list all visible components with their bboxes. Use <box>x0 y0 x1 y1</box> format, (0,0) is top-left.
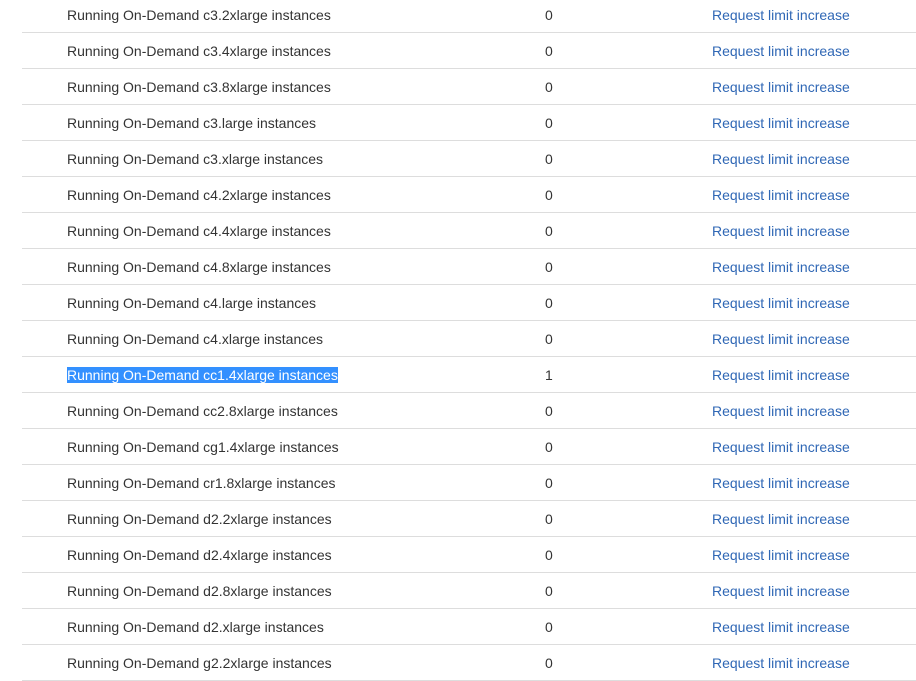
limit-value: 0 <box>545 439 553 455</box>
table-row: Running On-Demand cc1.4xlarge instances 1… <box>22 357 916 393</box>
limit-name: Running On-Demand c3.2xlarge instances <box>67 7 331 23</box>
table-row: Running On-Demand cc2.8xlarge instances 0… <box>22 393 916 429</box>
limit-value: 0 <box>545 475 553 491</box>
table-row: Running On-Demand c4.xlarge instances 0 Re… <box>22 321 916 357</box>
limit-name: Running On-Demand d2.xlarge instances <box>67 619 324 635</box>
request-limit-increase-link[interactable]: Request limit increase <box>712 105 850 141</box>
request-limit-increase-link[interactable]: Request limit increase <box>712 0 850 33</box>
table-row: Running On-Demand cg1.4xlarge instances 0… <box>22 429 916 465</box>
table-row: Running On-Demand c3.8xlarge instances 0 R… <box>22 69 916 105</box>
limit-name: Running On-Demand cc1.4xlarge instances <box>67 367 338 383</box>
limit-value: 0 <box>545 223 553 239</box>
limit-name: Running On-Demand c3.xlarge instances <box>67 151 324 167</box>
table-row: Running On-Demand d2.xlarge instances 0 Re… <box>22 609 916 645</box>
limit-name: Running On-Demand d2.4xlarge instances <box>67 547 332 563</box>
limit-value: 0 <box>545 619 553 635</box>
table-row: Running On-Demand c4.4xlarge instances 0 R… <box>22 213 916 249</box>
request-limit-increase-link[interactable]: Request limit increase <box>712 213 850 249</box>
limit-name: Running On-Demand c4.xlarge instances <box>67 331 324 347</box>
request-limit-increase-link[interactable]: Request limit increase <box>712 465 850 501</box>
table-row: Running On-Demand c4.large instances 0 Req… <box>22 285 916 321</box>
limit-name: Running On-Demand c4.8xlarge instances <box>67 259 331 275</box>
request-limit-increase-link[interactable]: Request limit increase <box>712 249 850 285</box>
limit-value: 0 <box>545 151 553 167</box>
limit-value: 0 <box>545 259 553 275</box>
limit-value: 0 <box>545 295 553 311</box>
table-row: Running On-Demand c3.2xlarge instances 0 R… <box>22 0 916 33</box>
table-row: Running On-Demand c3.xlarge instances 0 Re… <box>22 141 916 177</box>
table-row: Running On-Demand c4.8xlarge instances 0 R… <box>22 249 916 285</box>
limit-name: Running On-Demand c3.8xlarge instances <box>67 79 331 95</box>
limit-name: Running On-Demand g2.2xlarge instances <box>67 655 332 671</box>
request-limit-increase-link[interactable]: Request limit increase <box>712 429 850 465</box>
limit-value: 0 <box>545 655 553 671</box>
limit-value: 0 <box>545 79 553 95</box>
limit-value: 0 <box>545 115 553 131</box>
request-limit-increase-link[interactable]: Request limit increase <box>712 357 850 393</box>
table-row: Running On-Demand c3.large instances 0 Req… <box>22 105 916 141</box>
limit-value: 0 <box>545 331 553 347</box>
limits-table: Running On-Demand c3.2xlarge instances 0 R… <box>22 0 916 681</box>
limit-value: 0 <box>545 403 553 419</box>
limit-name: Running On-Demand c3.large instances <box>67 115 317 131</box>
request-limit-increase-link[interactable]: Request limit increase <box>712 609 850 645</box>
request-limit-increase-link[interactable]: Request limit increase <box>712 537 850 573</box>
limit-name: Running On-Demand cr1.8xlarge instances <box>67 475 336 491</box>
limit-value: 0 <box>545 7 553 23</box>
table-row: Running On-Demand c3.4xlarge instances 0 R… <box>22 33 916 69</box>
table-row: Running On-Demand cr1.8xlarge instances 0… <box>22 465 916 501</box>
limit-value: 0 <box>545 43 553 59</box>
limit-name: Running On-Demand c4.2xlarge instances <box>67 187 331 203</box>
limit-name: Running On-Demand c4.4xlarge instances <box>67 223 331 239</box>
limit-name: Running On-Demand c4.large instances <box>67 295 317 311</box>
table-row: Running On-Demand d2.2xlarge instances 0 R… <box>22 501 916 537</box>
request-limit-increase-link[interactable]: Request limit increase <box>712 285 850 321</box>
request-limit-increase-link[interactable]: Request limit increase <box>712 177 850 213</box>
request-limit-increase-link[interactable]: Request limit increase <box>712 33 850 69</box>
limit-name: Running On-Demand cc2.8xlarge instances <box>67 403 338 419</box>
limit-name: Running On-Demand c3.4xlarge instances <box>67 43 331 59</box>
table-row: Running On-Demand g2.2xlarge instances 0 R… <box>22 645 916 681</box>
limit-value: 0 <box>545 583 553 599</box>
request-limit-increase-link[interactable]: Request limit increase <box>712 321 850 357</box>
limit-value: 1 <box>545 367 553 383</box>
table-row: Running On-Demand c4.2xlarge instances 0 R… <box>22 177 916 213</box>
limit-value: 0 <box>545 511 553 527</box>
limit-name: Running On-Demand d2.2xlarge instances <box>67 511 332 527</box>
table-row: Running On-Demand d2.8xlarge instances 0 R… <box>22 573 916 609</box>
table-row: Running On-Demand d2.4xlarge instances 0 R… <box>22 537 916 573</box>
request-limit-increase-link[interactable]: Request limit increase <box>712 393 850 429</box>
limit-value: 0 <box>545 547 553 563</box>
request-limit-increase-link[interactable]: Request limit increase <box>712 501 850 537</box>
request-limit-increase-link[interactable]: Request limit increase <box>712 573 850 609</box>
limit-name: Running On-Demand cg1.4xlarge instances <box>67 439 339 455</box>
request-limit-increase-link[interactable]: Request limit increase <box>712 141 850 177</box>
limit-name: Running On-Demand d2.8xlarge instances <box>67 583 332 599</box>
request-limit-increase-link[interactable]: Request limit increase <box>712 69 850 105</box>
limit-value: 0 <box>545 187 553 203</box>
request-limit-increase-link[interactable]: Request limit increase <box>712 645 850 681</box>
